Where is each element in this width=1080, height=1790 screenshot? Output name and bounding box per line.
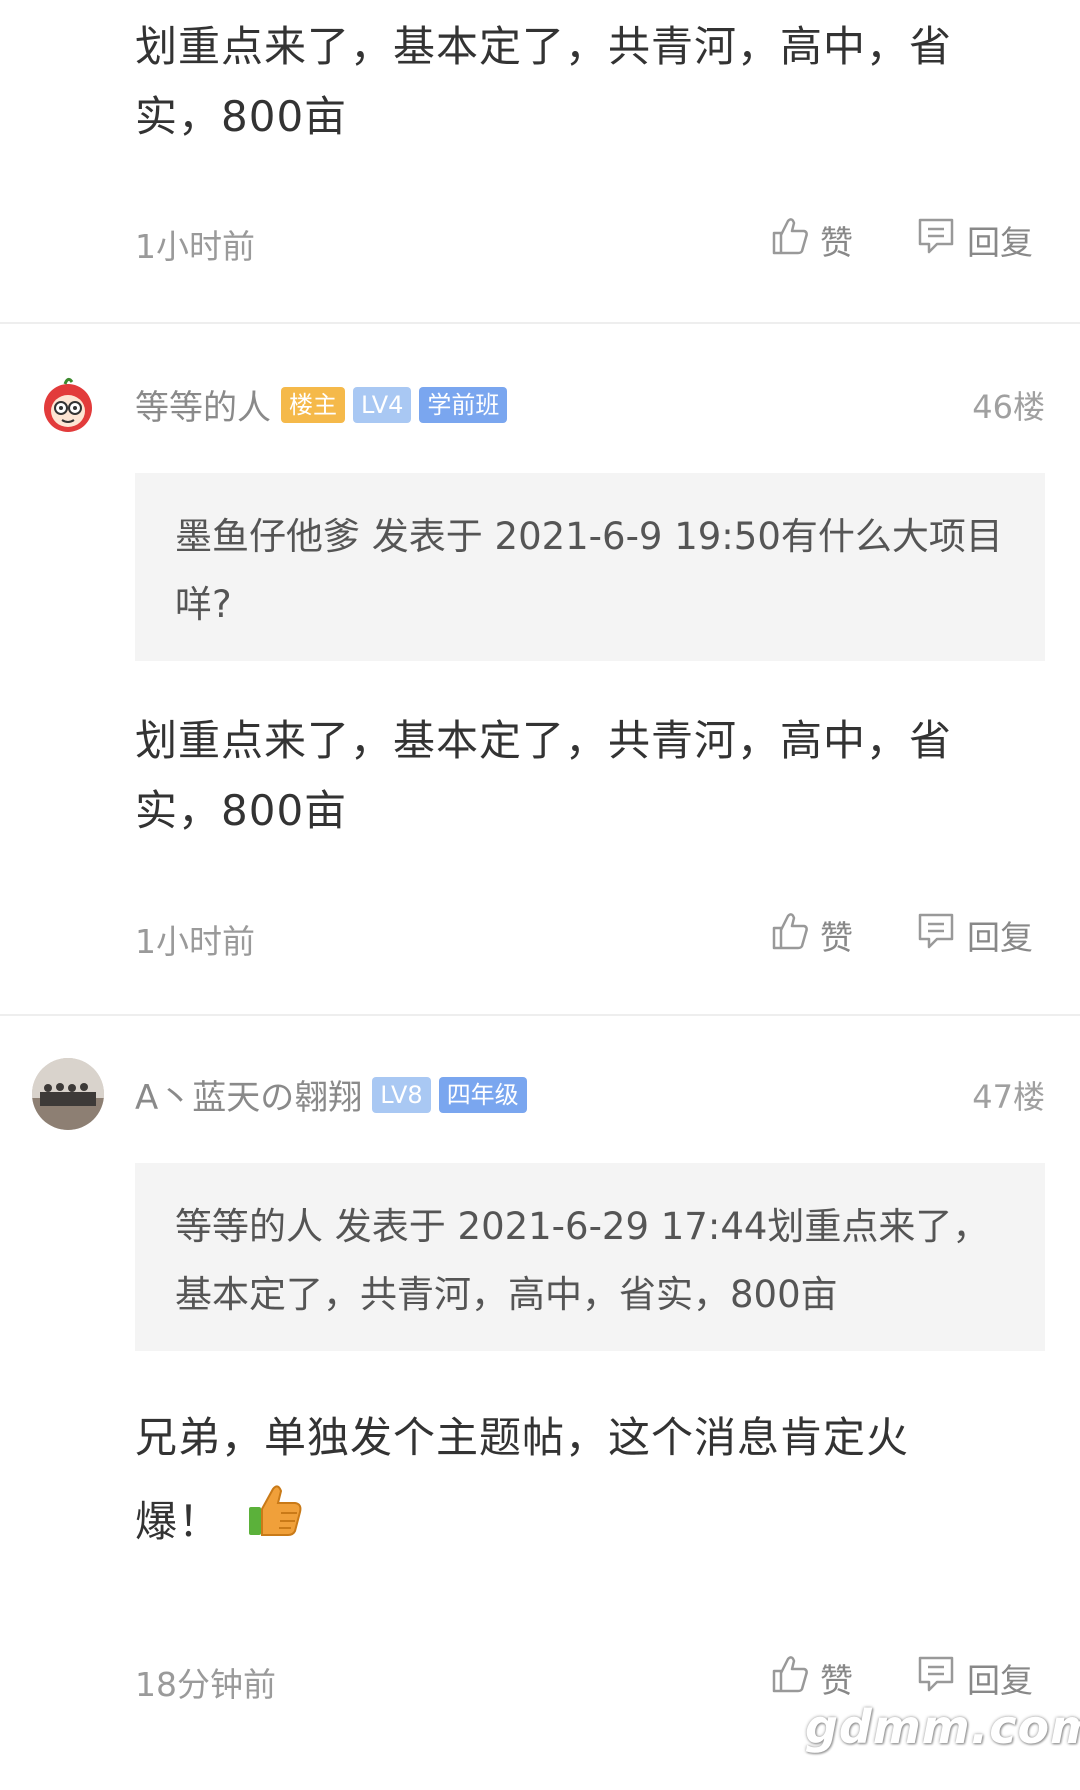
divider [0,1014,1080,1016]
thumbs-up-icon [770,1653,820,1703]
divider [0,322,1080,324]
reply-label: 回复 [967,1661,1033,1700]
comment-icon [915,910,967,960]
quote-block: 等等的人 发表于 2021-6-29 17:44划重点来了，基本定了，共青河，高… [135,1163,1045,1351]
rank-badge: 学前班 [419,386,508,423]
quote-text: 等等的人 发表于 2021-6-29 17:44划重点来了，基本定了，共青河，高… [175,1205,990,1316]
comment-icon [915,215,967,265]
avatar[interactable] [32,368,104,440]
like-button[interactable]: 赞 [770,210,853,270]
user-info: A丶蓝天の翱翔 LV8 四年级 [135,1070,535,1119]
level-badge: LV4 [353,386,412,423]
username[interactable]: A丶蓝天の翱翔 [135,1070,362,1119]
rank-badge: 四年级 [438,1076,527,1113]
level-badge: LV8 [372,1076,431,1113]
reply-button[interactable]: 回复 [915,905,1033,965]
post-meta: 1小时前 赞 回复 [0,210,1080,270]
like-button[interactable]: 赞 [770,905,853,965]
post-time: 1小时前 [135,922,255,961]
post-content: 划重点来了，基本定了，共青河，高中，省实，800亩 [135,716,953,835]
comment-icon [915,1653,967,1703]
thumbs-up-icon [770,910,820,960]
avatar[interactable] [32,1058,104,1130]
watermark: gdmm.com [805,1700,1080,1754]
post-content: 兄弟，单独发个主题帖，这个消息肯定火爆！ [135,1396,985,1569]
post-meta: 18分钟前 赞 回复 [0,1648,1080,1708]
post-item: 等等的人 楼主 LV4 学前班 46楼 墨鱼仔他爹 发表于 2021-6-9 1… [0,368,1080,1008]
quote-text: 墨鱼仔他爹 发表于 2021-6-9 19:50有什么大项目咩? [175,515,1003,626]
reply-button[interactable]: 回复 [915,210,1033,270]
reply-label: 回复 [967,223,1033,262]
post-partial: 划重点来了，基本定了，共青河，高中，省实，800亩 1小时前 赞 回复 [0,0,1080,320]
post-meta: 1小时前 赞 回复 [0,905,1080,965]
username[interactable]: 等等的人 [135,380,271,429]
post-header: 等等的人 楼主 LV4 学前班 46楼 [0,368,1080,448]
like-label: 赞 [820,918,853,957]
floor-number: 46楼 [972,388,1045,426]
post-item: A丶蓝天の翱翔 LV8 四年级 47楼 等等的人 发表于 2021-6-29 1… [0,1058,1080,1758]
like-label: 赞 [820,1661,853,1700]
post-time: 1小时前 [135,227,255,266]
post-header: A丶蓝天の翱翔 LV8 四年级 47楼 [0,1058,1080,1138]
floor-number: 47楼 [972,1078,1045,1116]
owner-badge: 楼主 [281,386,345,423]
user-info: 等等的人 楼主 LV4 学前班 [135,380,515,429]
quote-block: 墨鱼仔他爹 发表于 2021-6-9 19:50有什么大项目咩? [135,473,1045,661]
thumbs-up-emoji [245,1481,305,1569]
post-content: 划重点来了，基本定了，共青河，高中，省实，800亩 [135,22,953,141]
thumbs-up-icon [770,215,820,265]
reply-button[interactable]: 回复 [915,1648,1033,1708]
like-button[interactable]: 赞 [770,1648,853,1708]
like-label: 赞 [820,223,853,262]
post-time: 18分钟前 [135,1665,276,1704]
reply-label: 回复 [967,918,1033,957]
